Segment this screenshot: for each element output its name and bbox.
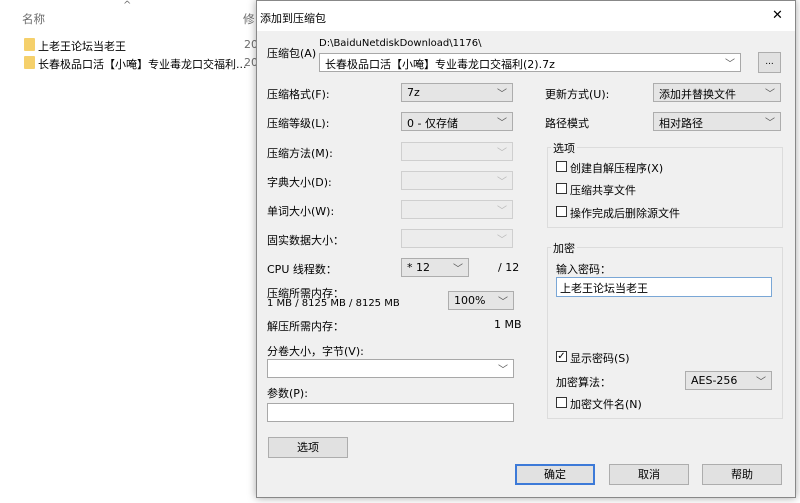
update-label: 更新方式(U): <box>545 88 610 101</box>
method-select[interactable]: ﹀ <box>401 142 513 161</box>
path-select[interactable]: 相对路径 ﹀ <box>653 112 781 131</box>
decomp-label: 解压所需内存： <box>267 320 344 333</box>
chevron-down-icon: ﹀ <box>497 177 507 188</box>
level-value: 0 - 仅存储 <box>407 117 458 130</box>
solid-select[interactable]: ﹀ <box>401 229 513 248</box>
password-label: 输入密码： <box>556 263 611 276</box>
chevron-down-icon: ﹀ <box>497 235 507 246</box>
chevron-down-icon: ﹀ <box>498 297 508 308</box>
split-label: 分卷大小，字节(V): <box>267 345 364 358</box>
dialog-title: 添加到压缩包 <box>260 12 326 25</box>
solid-label: 固实数据大小： <box>267 234 344 247</box>
options-button[interactable]: 选项 <box>268 437 348 458</box>
cancel-button[interactable]: 取消 <box>609 464 689 485</box>
browse-button[interactable]: ... <box>758 52 781 73</box>
cpu-select[interactable]: * 12 ﹀ <box>401 258 469 277</box>
word-label: 单词大小(W): <box>267 205 335 218</box>
cpu-label: CPU 线程数： <box>267 263 337 276</box>
file-name: 长春极品口活【小唵】专业毒龙口交福利... <box>38 58 247 71</box>
update-value: 添加并替换文件 <box>659 88 736 101</box>
path-label: 路径模式 <box>545 117 589 130</box>
params-input[interactable] <box>267 403 514 422</box>
chevron-down-icon: ﹀ <box>725 59 735 70</box>
archive-name-combo[interactable]: 长春极品口活【小唵】专业毒龙口交福利(2).7z ﹀ <box>319 53 741 72</box>
show-password-label: 显示密码(S) <box>570 352 630 365</box>
show-password-checkbox[interactable]: ✓ <box>556 351 567 362</box>
chevron-down-icon: ﹀ <box>498 365 508 376</box>
algo-select[interactable]: AES-256 ﹀ <box>685 371 772 390</box>
encrypt-names-checkbox[interactable] <box>556 397 567 408</box>
archive-label: 压缩包(A) <box>267 47 317 60</box>
dict-select[interactable]: ﹀ <box>401 171 513 190</box>
chevron-down-icon: ﹀ <box>756 377 766 388</box>
level-select[interactable]: 0 - 仅存储 ﹀ <box>401 112 513 131</box>
title-bar <box>257 1 795 31</box>
folder-icon <box>24 38 35 51</box>
cpu-max: / 12 <box>498 261 520 274</box>
chevron-down-icon: ﹀ <box>497 89 507 100</box>
folder-icon <box>24 56 35 69</box>
mem-percent-value: 100% <box>454 294 486 307</box>
add-to-archive-dialog: 添加到压缩包 ✕ 压缩包(A) D:\BaiduNetdiskDownload\… <box>256 0 796 498</box>
format-select[interactable]: 7z ﹀ <box>401 83 513 102</box>
update-select[interactable]: 添加并替换文件 ﹀ <box>653 83 781 102</box>
decomp-value: 1 MB <box>494 318 522 331</box>
word-select[interactable]: ﹀ <box>401 200 513 219</box>
chevron-down-icon: ﹀ <box>497 118 507 129</box>
mem-values: 1 MB / 8125 MB / 8125 MB <box>267 298 400 309</box>
format-value: 7z <box>407 86 420 99</box>
algo-value: AES-256 <box>691 374 738 387</box>
level-label: 压缩等级(L): <box>267 117 330 130</box>
sfx-label: 创建自解压程序(X) <box>570 162 664 175</box>
path-value: 相对路径 <box>659 117 703 130</box>
close-icon[interactable]: ✕ <box>772 8 783 23</box>
algo-label: 加密算法： <box>556 376 611 389</box>
cpu-value: * 12 <box>407 261 430 274</box>
shared-checkbox[interactable] <box>556 183 567 194</box>
password-value: 上老王论坛当老王 <box>560 282 648 295</box>
column-header-name[interactable]: 名称 <box>22 11 45 27</box>
file-name: 上老王论坛当老王 <box>38 40 126 53</box>
delete-label: 操作完成后删除源文件 <box>570 207 680 220</box>
encryption-group-title: 加密 <box>551 240 577 256</box>
chevron-down-icon: ﹀ <box>765 89 775 100</box>
chevron-down-icon: ﹀ <box>453 264 463 275</box>
sfx-checkbox[interactable] <box>556 161 567 172</box>
split-combo[interactable]: ﹀ <box>267 359 514 378</box>
sort-caret-icon: ^ <box>123 0 132 11</box>
column-header-modified[interactable]: 修 <box>243 11 255 27</box>
password-input[interactable]: 上老王论坛当老王 <box>556 277 772 297</box>
delete-checkbox[interactable] <box>556 206 567 217</box>
chevron-down-icon: ﹀ <box>497 148 507 159</box>
ok-button[interactable]: 确定 <box>515 464 595 485</box>
encrypt-names-label: 加密文件名(N) <box>570 398 642 411</box>
method-label: 压缩方法(M): <box>267 147 333 160</box>
chevron-down-icon: ﹀ <box>497 206 507 217</box>
help-button[interactable]: 帮助 <box>702 464 782 485</box>
options-group-title: 选项 <box>551 140 577 156</box>
archive-path: D:\BaiduNetdiskDownload\1176\ <box>319 38 482 49</box>
mem-percent-select[interactable]: 100% ﹀ <box>448 291 514 310</box>
shared-label: 压缩共享文件 <box>570 184 636 197</box>
format-label: 压缩格式(F): <box>267 88 330 101</box>
chevron-down-icon: ﹀ <box>765 118 775 129</box>
params-label: 参数(P): <box>267 387 308 400</box>
archive-name-value: 长春极品口活【小唵】专业毒龙口交福利(2).7z <box>325 58 555 71</box>
dict-label: 字典大小(D): <box>267 176 332 189</box>
